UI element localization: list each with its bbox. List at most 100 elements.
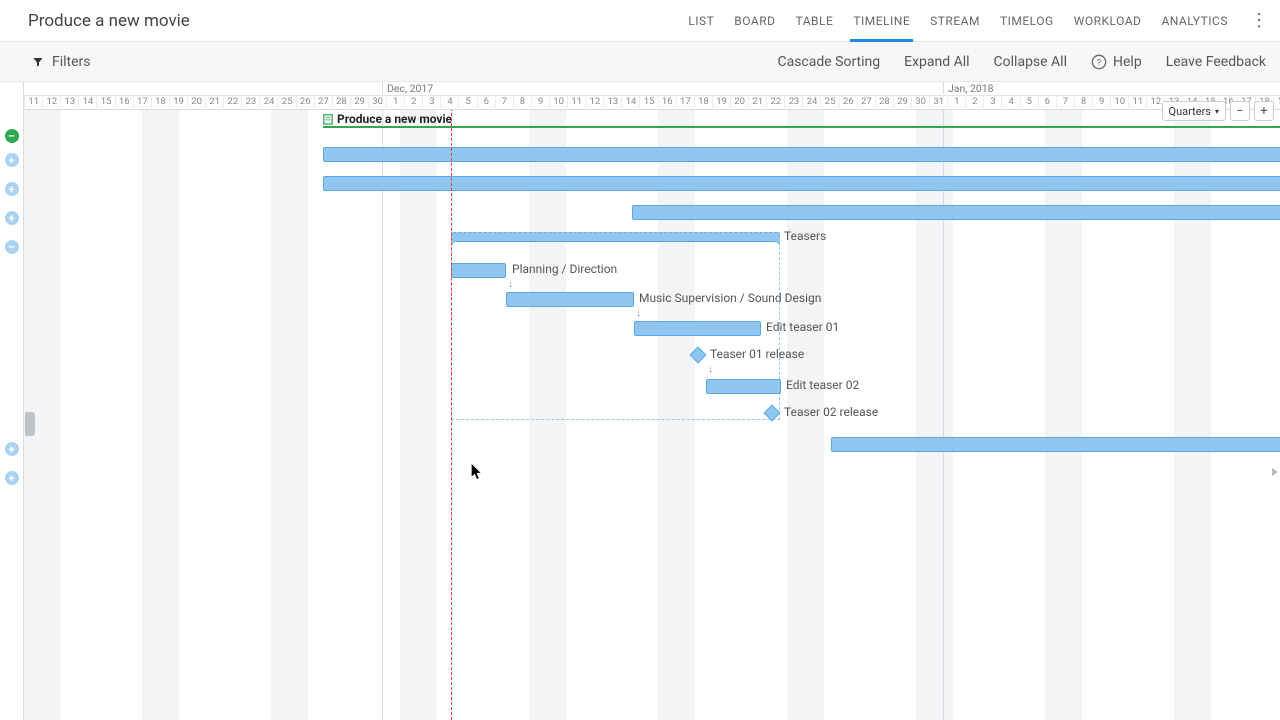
tab-analytics[interactable]: ANALYTICS xyxy=(1161,0,1228,41)
day-label: 17 xyxy=(133,96,152,110)
day-label: 23 xyxy=(241,96,260,110)
day-label: 26 xyxy=(839,96,858,110)
timeline-area: Dec, 2017 Jan, 2018 11121314151617181920… xyxy=(0,82,1280,720)
dependency-arrow: ↓ xyxy=(708,364,715,375)
project-summary-bar[interactable] xyxy=(323,126,1280,128)
day-label: 13 xyxy=(603,96,622,110)
day-label: 29 xyxy=(893,96,912,110)
tab-list[interactable]: LIST xyxy=(688,0,714,41)
dependency-arrow: ↓ xyxy=(508,279,515,290)
day-label: 8 xyxy=(513,96,532,110)
day-label: 15 xyxy=(96,96,115,110)
day-label: 4 xyxy=(1001,96,1020,110)
day-label: 8 xyxy=(1074,96,1093,110)
day-label: 18 xyxy=(151,96,170,110)
task-bar[interactable] xyxy=(323,176,1280,191)
expand-row-icon[interactable] xyxy=(5,182,19,196)
day-label: 21 xyxy=(748,96,767,110)
toolbar: Filters Cascade Sorting Expand All Colla… xyxy=(0,42,1280,82)
day-label: 27 xyxy=(314,96,333,110)
expand-all-button[interactable]: Expand All xyxy=(904,54,969,70)
task-bar[interactable] xyxy=(831,437,1280,452)
zoom-scale-select[interactable]: Quarters ▾ xyxy=(1162,101,1226,121)
filter-icon xyxy=(32,56,44,68)
view-tabs: LIST BOARD TABLE TIMELINE STREAM TIMELOG… xyxy=(688,0,1228,41)
zoom-in-button[interactable]: + xyxy=(1254,101,1274,121)
day-label: 30 xyxy=(368,96,387,110)
tab-board[interactable]: BOARD xyxy=(734,0,775,41)
filters-label: Filters xyxy=(52,54,91,70)
filters-button[interactable]: Filters xyxy=(32,54,91,70)
day-label: 11 xyxy=(1128,96,1147,110)
task-bar[interactable] xyxy=(632,205,1280,220)
task-label: Edit teaser 01 xyxy=(766,320,839,334)
day-label: 31 xyxy=(929,96,948,110)
day-label: 5 xyxy=(1020,96,1039,110)
task-label: Teaser 02 release xyxy=(784,405,878,419)
project-summary-label[interactable]: Produce a new movie xyxy=(323,112,452,126)
more-menu-icon[interactable]: ⋮ xyxy=(1250,12,1268,30)
collapse-row-icon[interactable] xyxy=(5,240,19,254)
day-label: 5 xyxy=(458,96,477,110)
expand-row-icon[interactable] xyxy=(5,211,19,225)
day-label: 7 xyxy=(1056,96,1075,110)
day-label: 22 xyxy=(223,96,242,110)
scroll-right-icon[interactable] xyxy=(1272,468,1278,476)
day-label: 16 xyxy=(658,96,677,110)
day-label: 19 xyxy=(712,96,731,110)
day-label: 20 xyxy=(730,96,749,110)
tab-stream[interactable]: STREAM xyxy=(930,0,980,41)
sidebar-expand-handle[interactable] xyxy=(25,412,35,436)
day-label: 14 xyxy=(621,96,640,110)
task-label: Teasers xyxy=(784,229,826,243)
help-button[interactable]: ? Help xyxy=(1091,54,1142,70)
svg-text:?: ? xyxy=(1097,57,1102,68)
day-label: 1 xyxy=(386,96,405,110)
zoom-controls: Quarters ▾ − + xyxy=(1162,101,1274,121)
day-label: 17 xyxy=(676,96,695,110)
expand-row-icon[interactable] xyxy=(5,442,19,456)
task-bar[interactable] xyxy=(323,147,1280,162)
task-bar-edit2[interactable] xyxy=(706,379,781,394)
day-label: 15 xyxy=(639,96,658,110)
cascade-sorting-button[interactable]: Cascade Sorting xyxy=(777,54,880,70)
day-label: 2 xyxy=(404,96,423,110)
day-label: 22 xyxy=(766,96,785,110)
day-label: 12 xyxy=(42,96,61,110)
tab-workload[interactable]: WORKLOAD xyxy=(1074,0,1142,41)
project-name: Produce a new movie xyxy=(337,112,452,126)
task-label: Planning / Direction xyxy=(512,262,617,276)
tab-table[interactable]: TABLE xyxy=(796,0,834,41)
zoom-out-button[interactable]: − xyxy=(1230,101,1250,121)
collapse-row-icon[interactable] xyxy=(5,129,19,143)
expand-row-icon[interactable] xyxy=(5,153,19,167)
day-label: 29 xyxy=(350,96,369,110)
page-title: Produce a new movie xyxy=(28,11,190,31)
day-label: 11 xyxy=(24,96,43,110)
day-label: 24 xyxy=(802,96,821,110)
chevron-down-icon: ▾ xyxy=(1215,107,1219,116)
feedback-button[interactable]: Leave Feedback xyxy=(1166,54,1266,70)
day-label: 19 xyxy=(169,96,188,110)
day-label: 10 xyxy=(1110,96,1129,110)
task-label: Teaser 01 release xyxy=(710,347,804,361)
day-label: 25 xyxy=(277,96,296,110)
help-label: Help xyxy=(1113,54,1142,70)
task-bar-planning[interactable] xyxy=(451,263,506,278)
day-label: 27 xyxy=(857,96,876,110)
day-label: 12 xyxy=(585,96,604,110)
task-bar-music[interactable] xyxy=(506,292,634,307)
expand-row-icon[interactable] xyxy=(5,471,19,485)
day-label: 3 xyxy=(983,96,1002,110)
day-label: 23 xyxy=(784,96,803,110)
tab-timelog[interactable]: TIMELOG xyxy=(1000,0,1054,41)
topbar: Produce a new movie LIST BOARD TABLE TIM… xyxy=(0,0,1280,42)
help-icon: ? xyxy=(1091,54,1107,70)
day-label: 28 xyxy=(875,96,894,110)
day-label: 14 xyxy=(78,96,97,110)
project-icon xyxy=(323,113,333,125)
task-bar-edit1[interactable] xyxy=(634,321,761,336)
tab-timeline[interactable]: TIMELINE xyxy=(853,0,910,41)
day-label: 9 xyxy=(1092,96,1111,110)
collapse-all-button[interactable]: Collapse All xyxy=(994,54,1067,70)
